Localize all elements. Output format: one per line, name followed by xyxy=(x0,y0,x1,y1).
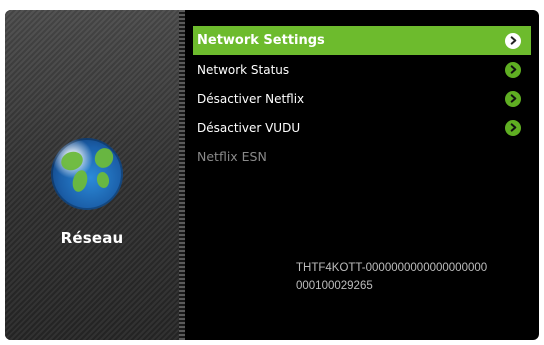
chevron-right-icon xyxy=(505,90,521,107)
section-panel: Réseau xyxy=(5,10,179,340)
menu-item-network-settings[interactable]: Network Settings xyxy=(193,26,531,55)
netflix-esn-value: THTF4KOTT-0000000000000000000 0001000292… xyxy=(296,259,536,295)
menu-item-label: Network Settings xyxy=(197,33,325,48)
esn-line: THTF4KOTT-0000000000000000000 xyxy=(296,262,488,274)
menu-item-label: Network Status xyxy=(197,62,290,77)
menu-item-deactivate-vudu[interactable]: Désactiver VUDU xyxy=(193,113,531,142)
chevron-right-icon xyxy=(505,119,521,136)
menu-item-deactivate-netflix[interactable]: Désactiver Netflix xyxy=(193,84,531,113)
section-title: Réseau xyxy=(60,229,124,247)
globe-land-shape xyxy=(95,171,111,189)
globe-land-shape xyxy=(91,145,117,171)
globe-land-shape xyxy=(70,168,90,194)
chevron-right-icon xyxy=(505,61,521,78)
menu-item-label: Désactiver Netflix xyxy=(197,91,305,106)
menu-item-label: Netflix ESN xyxy=(197,149,267,164)
globe-icon xyxy=(51,138,123,210)
panel-divider xyxy=(179,10,185,340)
menu-item-label: Désactiver VUDU xyxy=(197,120,301,135)
menu-item-netflix-esn[interactable]: Netflix ESN xyxy=(193,142,531,171)
chevron-right-icon xyxy=(505,32,521,49)
network-menu: Network Settings Network Status Désactiv… xyxy=(193,26,531,171)
esn-line: 000100029265 xyxy=(296,280,373,292)
menu-item-network-status[interactable]: Network Status xyxy=(193,55,531,84)
